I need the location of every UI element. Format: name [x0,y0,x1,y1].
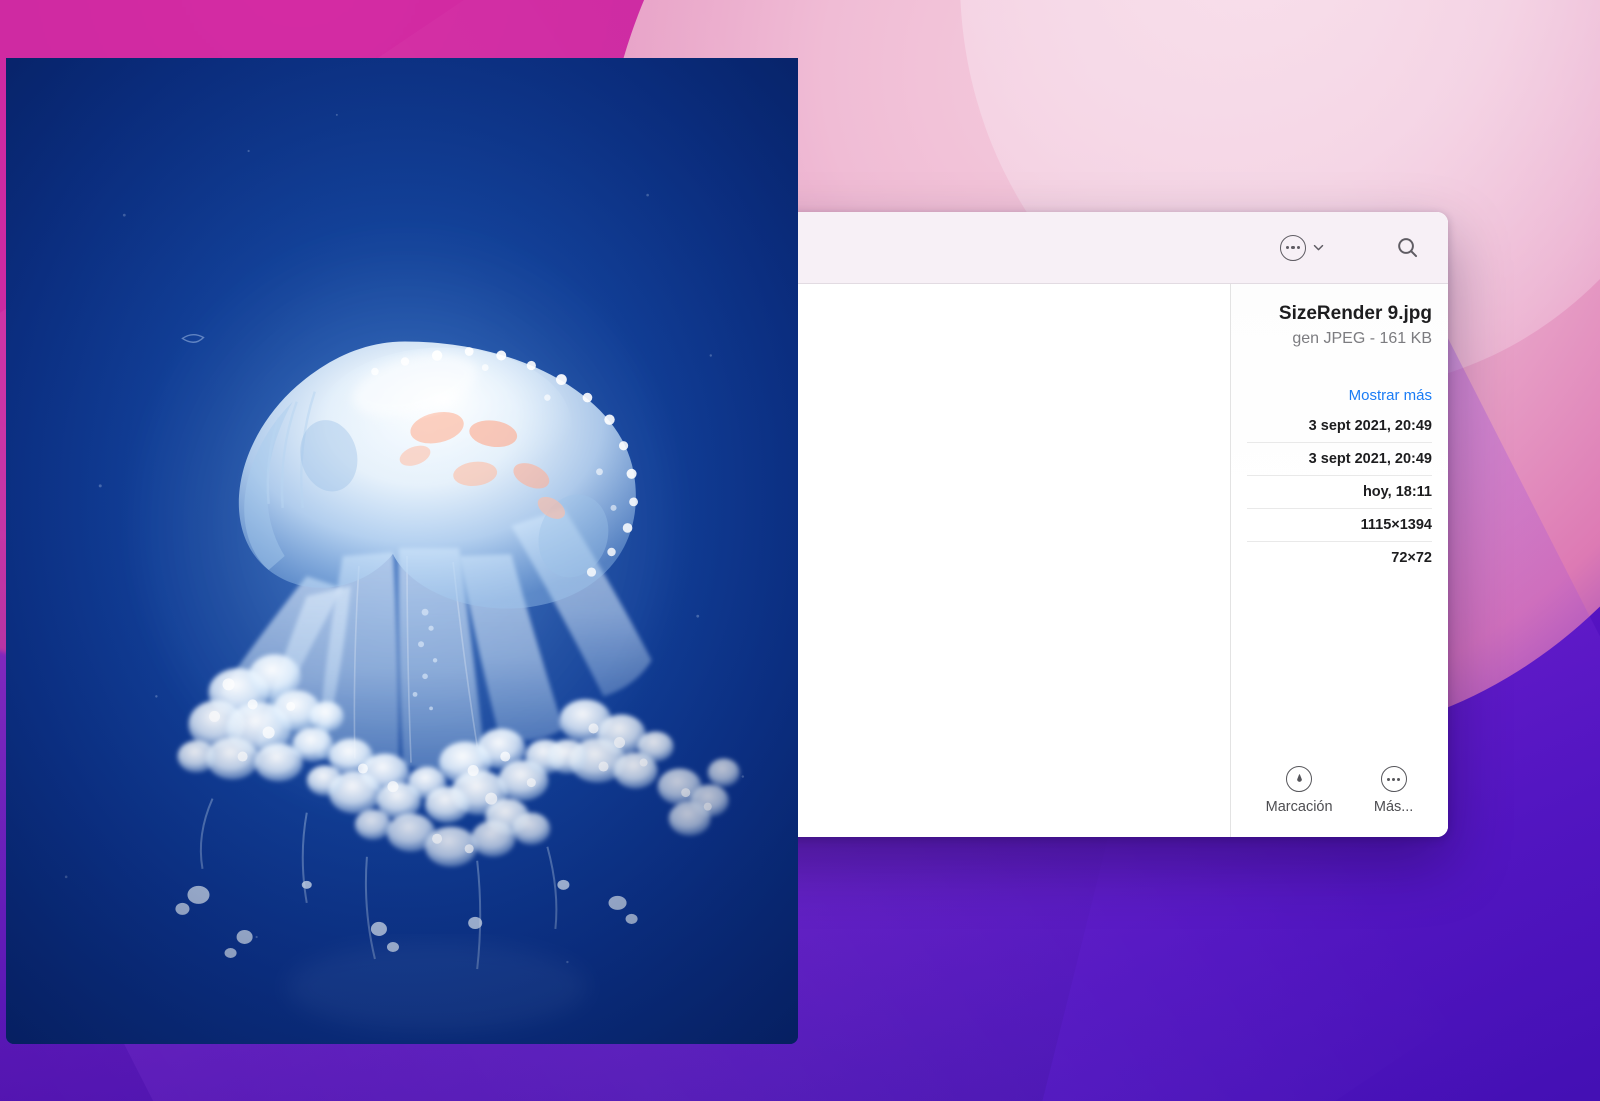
info-action-label: Marcación [1265,799,1333,815]
info-row-created: 3 sept 2021, 20:49 [1247,410,1432,443]
info-file-kind-size: gen JPEG - 161 KB [1292,329,1432,347]
info-row-last-opened: hoy, 18:11 [1247,476,1432,509]
more-actions-button[interactable] [1280,231,1326,265]
chevron-down-icon [1311,240,1326,255]
search-button[interactable] [1388,231,1426,265]
info-row-modified: 3 sept 2021, 20:49 [1247,443,1432,476]
info-row-dimensions: 1115×1394 [1247,509,1432,542]
desktop-screen: Favoritos AirDrop [0,0,1600,1101]
ellipsis-icon [1380,766,1407,792]
photo-vignette [6,58,798,1044]
info-metadata-rows: 3 sept 2021, 20:49 3 sept 2021, 20:49 ho… [1247,410,1432,574]
info-file-name: SizeRender 9.jpg [1278,303,1432,324]
quicklook-window[interactable]: FullSizeRender 9.jpg [0,0,804,1050]
quicklook-image [6,58,798,1044]
more-action[interactable]: Más... [1374,766,1413,815]
info-action-label: Más... [1373,799,1414,815]
show-more-link[interactable]: Mostrar más [1247,387,1432,404]
markup-action[interactable]: Marcación [1266,766,1333,815]
quicklook-inner: FullSizeRender 9.jpg [6,6,798,1044]
markup-icon [1286,766,1313,792]
finder-info-panel: SizeRender 9.jpg gen JPEG - 161 KB Mostr… [1230,284,1448,837]
info-panel-actions: Marcación Más... [1247,766,1432,837]
ellipsis-icon [1280,234,1306,261]
info-row-resolution: 72×72 [1391,549,1432,566]
